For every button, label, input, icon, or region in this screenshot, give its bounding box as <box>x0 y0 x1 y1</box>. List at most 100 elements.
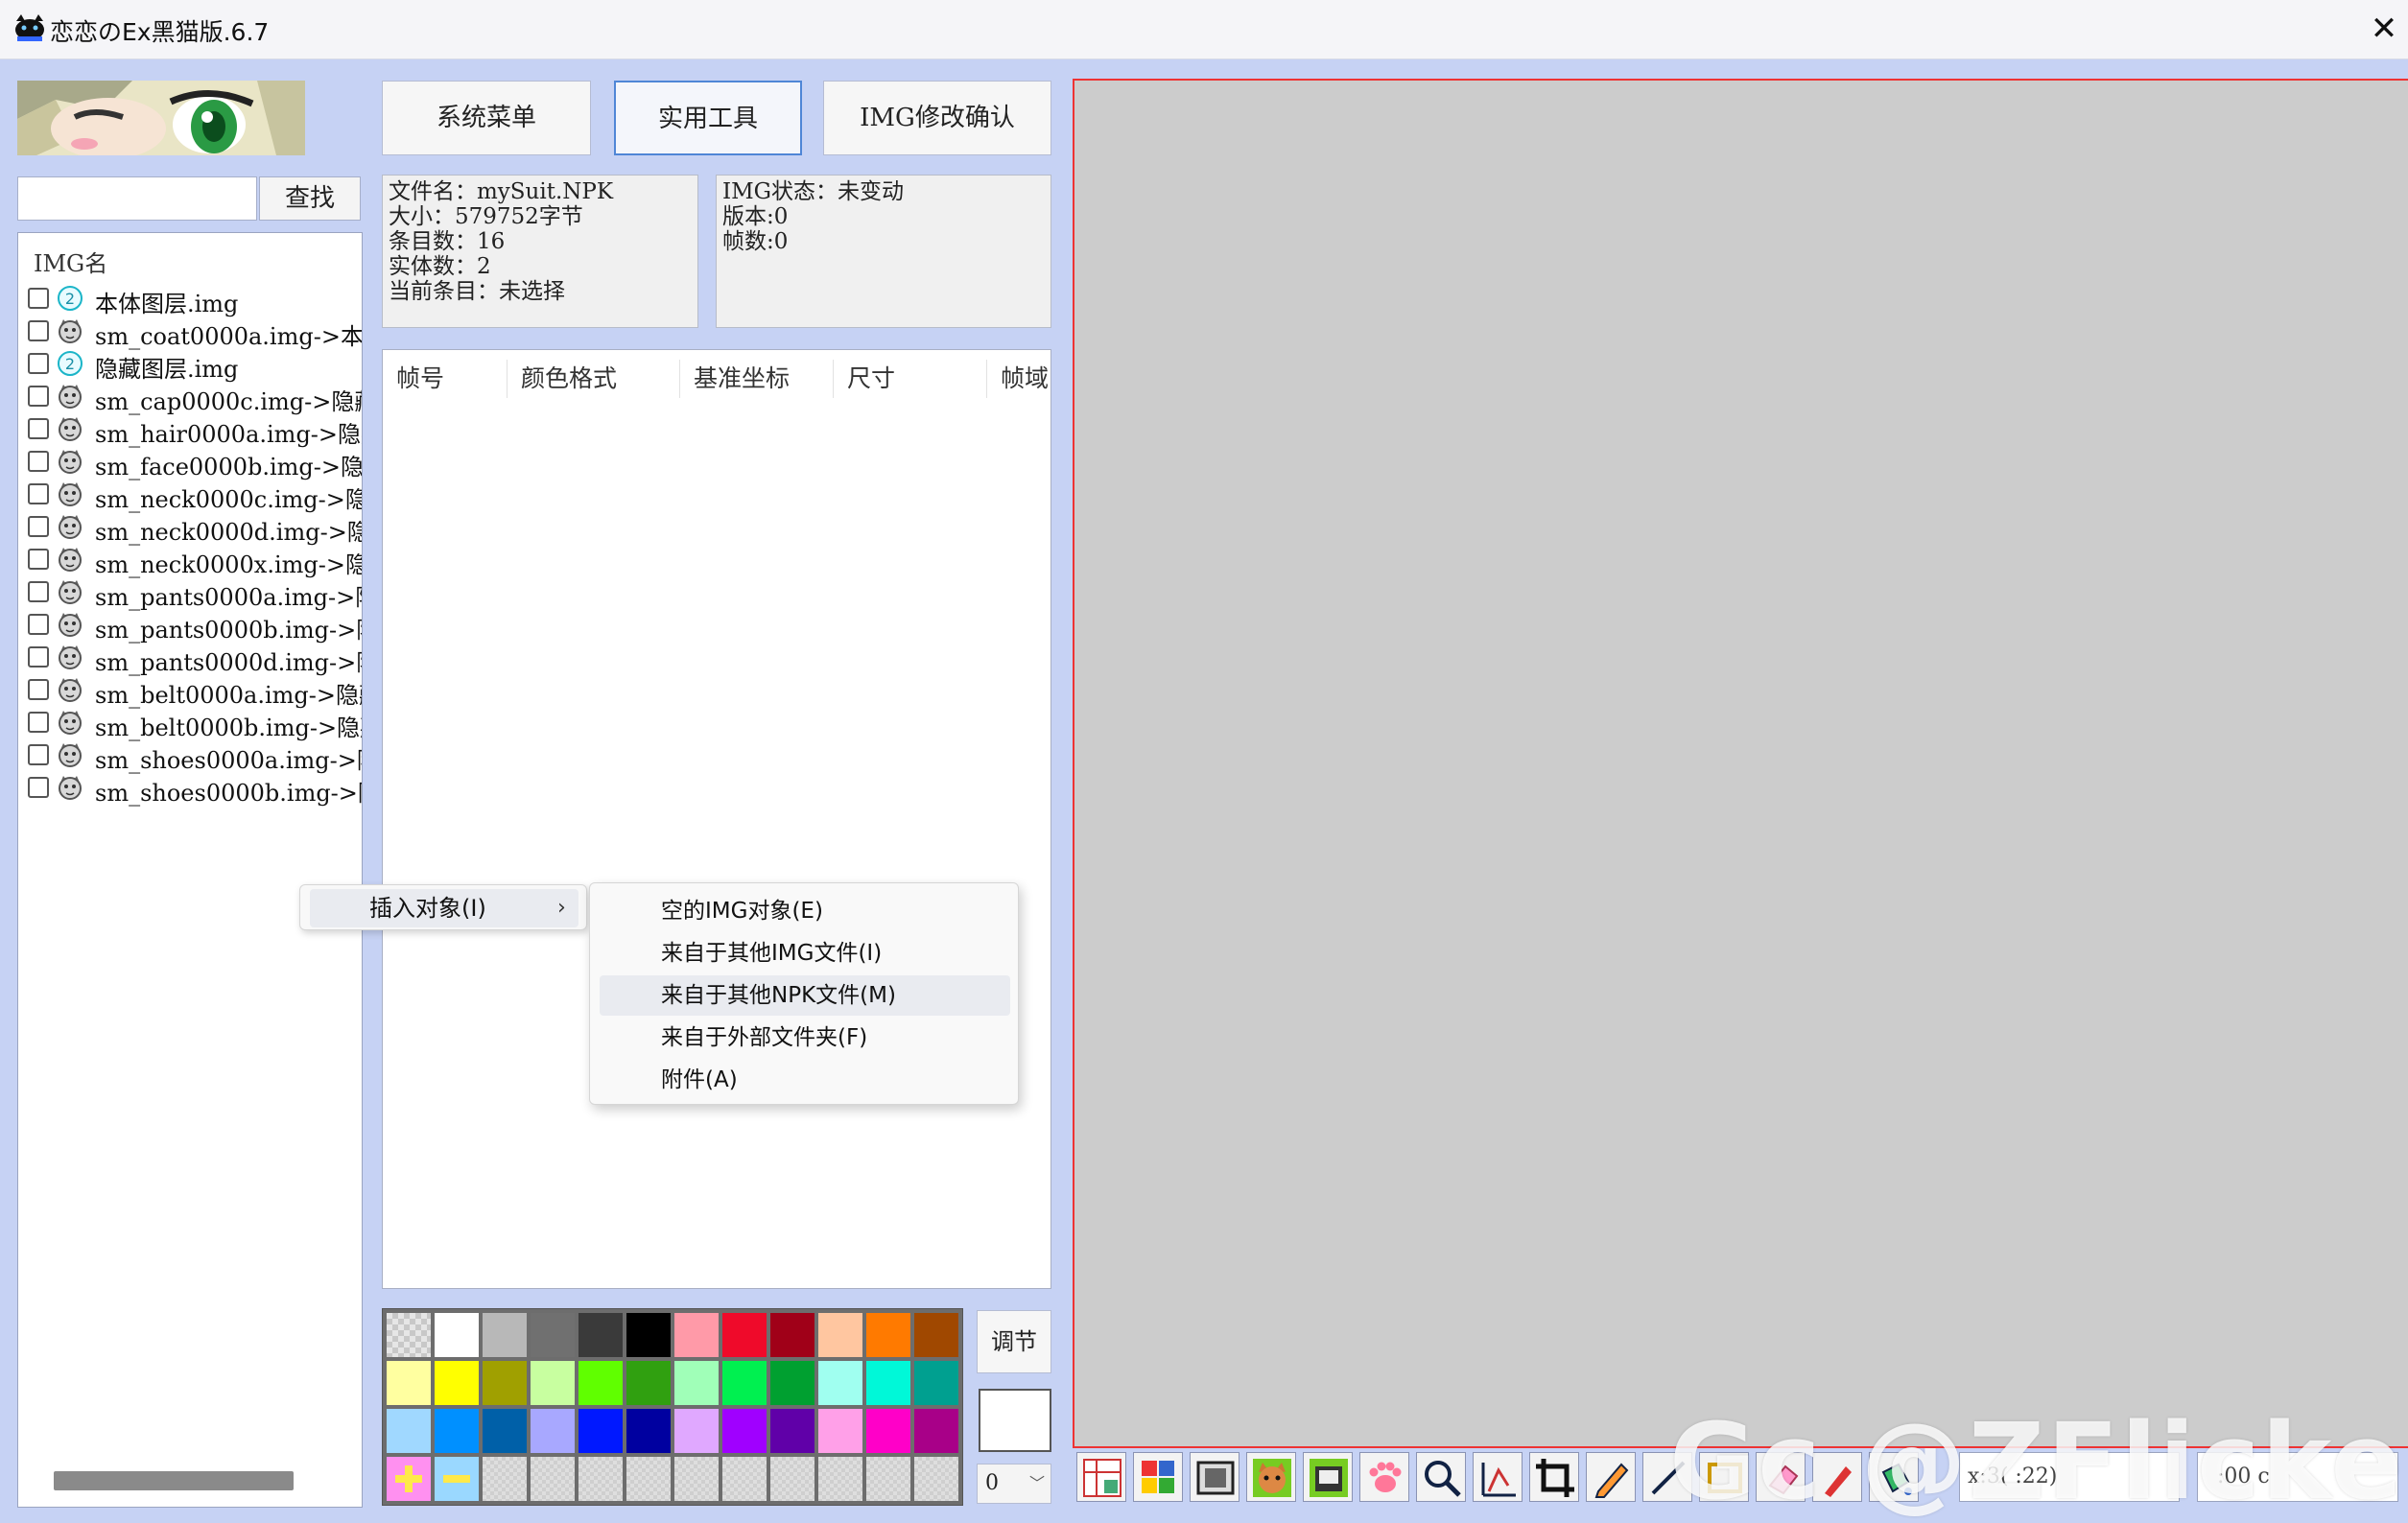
row-checkbox[interactable] <box>28 483 49 504</box>
column-header-color-format[interactable]: 颜色格式 <box>508 360 680 398</box>
row-checkbox[interactable] <box>28 288 49 309</box>
color-swatch[interactable] <box>435 1409 479 1453</box>
list-item[interactable]: sm_neck0000d.img->隐藏. <box>28 511 362 546</box>
crop-icon[interactable] <box>1529 1452 1579 1502</box>
row-checkbox[interactable] <box>28 679 49 700</box>
color-swatch[interactable] <box>818 1361 862 1405</box>
color-swatch[interactable] <box>674 1361 719 1405</box>
menu-item-attachment[interactable]: 附件(A) <box>600 1060 1010 1100</box>
row-checkbox[interactable] <box>28 614 49 635</box>
color-swatch[interactable] <box>818 1313 862 1357</box>
list-item[interactable]: sm_coat0000a.img->本体. <box>28 316 362 350</box>
color-swatch[interactable] <box>818 1409 862 1453</box>
empty-swatch[interactable] <box>674 1457 719 1501</box>
film-icon[interactable] <box>1303 1452 1353 1502</box>
color-palette[interactable] <box>382 1308 963 1506</box>
column-header-size[interactable]: 尺寸 <box>834 360 987 398</box>
empty-swatch[interactable] <box>626 1457 671 1501</box>
color-swatch[interactable] <box>531 1409 575 1453</box>
color-swatch[interactable] <box>626 1409 671 1453</box>
column-header-base-coord[interactable]: 基准坐标 <box>680 360 834 398</box>
row-checkbox[interactable] <box>28 386 49 407</box>
adjust-button[interactable]: 调节 <box>977 1310 1051 1373</box>
list-item[interactable]: sm_belt0000b.img->隐藏. <box>28 707 362 741</box>
color-swatch[interactable] <box>722 1409 767 1453</box>
menu-item-from-folder[interactable]: 来自于外部文件夹(F) <box>600 1018 1010 1058</box>
color-swatch[interactable] <box>578 1313 623 1357</box>
list-item[interactable]: sm_pants0000a.img->隐藏 <box>28 576 362 611</box>
magnifier-icon[interactable] <box>1416 1452 1466 1502</box>
color-swatch[interactable] <box>674 1313 719 1357</box>
transparent-swatch[interactable] <box>387 1313 431 1357</box>
axis-icon[interactable] <box>1473 1452 1523 1502</box>
empty-swatch[interactable] <box>531 1457 575 1501</box>
zoom-select[interactable]: 0 ﹀ <box>977 1464 1051 1504</box>
color-swatch[interactable] <box>866 1313 910 1357</box>
empty-swatch[interactable] <box>818 1457 862 1501</box>
remove-color-icon[interactable] <box>435 1457 479 1501</box>
color-swatch[interactable] <box>578 1409 623 1453</box>
cat-face-icon[interactable] <box>1246 1452 1296 1502</box>
color-swatch[interactable] <box>531 1361 575 1405</box>
row-checkbox[interactable] <box>28 581 49 602</box>
color-swatch[interactable] <box>483 1361 527 1405</box>
row-checkbox[interactable] <box>28 418 49 439</box>
find-button[interactable]: 查找 <box>259 176 361 221</box>
menu-item-from-npk-file[interactable]: 来自于其他NPK文件(M) <box>600 975 1010 1016</box>
empty-swatch[interactable] <box>770 1457 814 1501</box>
menu-item-insert-object[interactable]: 插入对象(I) <box>310 889 578 927</box>
color-swatch[interactable] <box>387 1361 431 1405</box>
menu-item-empty-img[interactable]: 空的IMG对象(E) <box>600 891 1010 931</box>
system-menu-button[interactable]: 系统菜单 <box>382 81 591 155</box>
list-item[interactable]: sm_face0000b.img->隐藏. <box>28 446 362 480</box>
current-color-preview[interactable] <box>979 1389 1051 1452</box>
color-swatch[interactable] <box>483 1409 527 1453</box>
color-swatch[interactable] <box>866 1409 910 1453</box>
pencil-icon[interactable] <box>1586 1452 1636 1502</box>
row-checkbox[interactable] <box>28 451 49 472</box>
list-item[interactable]: sm_pants0000d.img->隐藏 <box>28 642 362 676</box>
row-checkbox[interactable] <box>28 646 49 668</box>
column-header-frame-region[interactable]: 帧域 <box>987 360 1052 398</box>
color-swatch[interactable] <box>578 1361 623 1405</box>
list-item[interactable]: sm_neck0000x.img->隐藏. <box>28 544 362 578</box>
color-swatch[interactable] <box>626 1313 671 1357</box>
row-checkbox[interactable] <box>28 744 49 765</box>
color-swatch[interactable] <box>531 1313 575 1357</box>
row-checkbox[interactable] <box>28 712 49 733</box>
list-item[interactable]: 2 本体图层.img <box>28 283 362 317</box>
empty-swatch[interactable] <box>914 1457 958 1501</box>
row-checkbox[interactable] <box>28 549 49 570</box>
img-list[interactable]: IMG名 2 本体图层.img sm_coat0000a.img->本体. 2 隐藏图层… <box>17 232 363 1508</box>
color-swatch[interactable] <box>722 1361 767 1405</box>
image-canvas[interactable] <box>1073 79 2408 1448</box>
color-swatch[interactable] <box>435 1313 479 1357</box>
color-swatch[interactable] <box>866 1361 910 1405</box>
column-header-frame-no[interactable]: 帧号 <box>383 360 508 398</box>
color-swatch[interactable] <box>914 1361 958 1405</box>
close-button[interactable]: ✕ <box>2360 6 2408 54</box>
color-swatch[interactable] <box>483 1313 527 1357</box>
empty-swatch[interactable] <box>483 1457 527 1501</box>
row-checkbox[interactable] <box>28 320 49 341</box>
mosaic-icon[interactable] <box>1133 1452 1183 1502</box>
horizontal-scrollbar[interactable] <box>54 1471 294 1490</box>
empty-swatch[interactable] <box>722 1457 767 1501</box>
frame-icon[interactable] <box>1190 1452 1239 1502</box>
list-item[interactable]: sm_cap0000c.img->隐藏.. <box>28 381 362 415</box>
list-item[interactable]: sm_neck0000c.img->隐藏. <box>28 479 362 513</box>
row-checkbox[interactable] <box>28 777 49 798</box>
list-item[interactable]: 2 隐藏图层.img <box>28 348 362 383</box>
grid-table-icon[interactable] <box>1076 1452 1126 1502</box>
menu-item-from-img-file[interactable]: 来自于其他IMG文件(I) <box>600 933 1010 973</box>
list-item[interactable]: sm_shoes0000a.img->隐藏 <box>28 739 362 774</box>
img-confirm-button[interactable]: IMG修改确认 <box>823 81 1051 155</box>
utility-tools-button[interactable]: 实用工具 <box>614 81 802 155</box>
color-swatch[interactable] <box>674 1409 719 1453</box>
color-swatch[interactable] <box>914 1313 958 1357</box>
list-item[interactable]: sm_pants0000b.img->隐藏 <box>28 609 362 644</box>
list-item[interactable]: sm_hair0000a.img->隐藏. <box>28 413 362 448</box>
paw-icon[interactable] <box>1359 1452 1409 1502</box>
frame-table[interactable]: 帧号 颜色格式 基准坐标 尺寸 帧域 <box>382 349 1051 1289</box>
color-swatch[interactable] <box>770 1409 814 1453</box>
